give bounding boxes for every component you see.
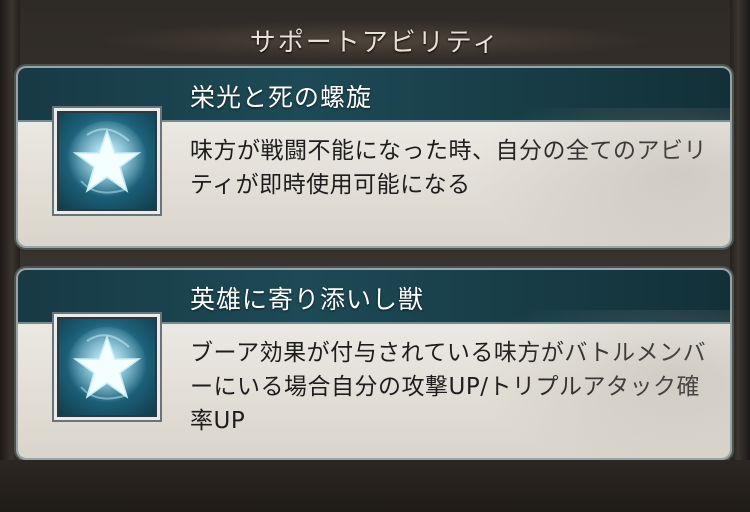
right-frame-rail [730, 0, 750, 512]
ability-description: ブーア効果が付与されている味方がバトルメンバーにいる場合自分の攻撃UP/トリプル… [190, 340, 707, 434]
ability-name: 英雄に寄り添いし獣 [190, 285, 425, 314]
section-header: サポートアビリティ [0, 12, 750, 68]
ability-name: 栄光と死の螺旋 [190, 83, 373, 112]
star-icon [67, 327, 147, 407]
ability-icon-frame [54, 314, 160, 420]
bottom-frame [0, 460, 750, 512]
star-icon [67, 121, 147, 201]
ability-icon-frame [54, 108, 160, 214]
ability-card-1[interactable]: 栄光と死の螺旋 味方が戦闘不能になった時、自分の全てのアビリティが即時使用可能に… [18, 68, 730, 246]
left-frame-rail [0, 0, 20, 512]
ability-card-2[interactable]: 英雄に寄り添いし獣 ブーア効果が付与されている味方がバトルメンバーにいる場合自分… [18, 270, 730, 458]
ability-description: 味方が戦闘不能になった時、自分の全てのアビリティが即時使用可能になる [190, 138, 707, 198]
section-title: サポートアビリティ [249, 27, 501, 58]
